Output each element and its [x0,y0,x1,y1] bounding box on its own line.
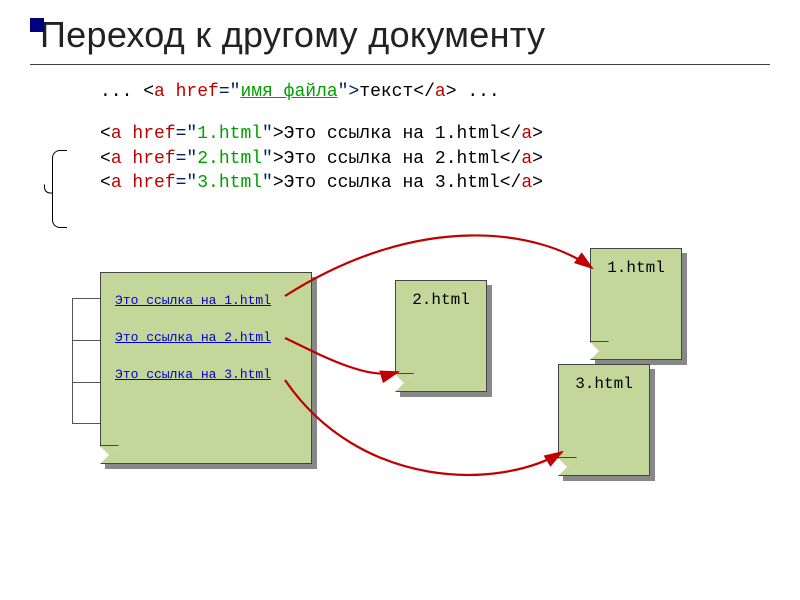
t: > ... [446,82,500,102]
t: ... < [100,82,154,102]
page-fold-icon [395,373,414,392]
source-document: Это ссылка на 1.html Это ссылка на 2.htm… [100,272,312,464]
t: a [435,82,446,102]
hyperlink-2[interactable]: Это ссылка на 2.html [115,330,311,345]
example-line: <a href="1.html">Это ссылка на 1.html</a… [100,122,770,146]
connector-line [72,340,100,341]
example-line: <a href="2.html">Это ссылка на 2.html</a… [100,147,770,171]
syntax-template: ... <a href="имя_файла">текст</a> ... [100,80,770,104]
example-code-block: <a href="1.html">Это ссылка на 1.html</a… [100,122,770,195]
hyperlink-1[interactable]: Это ссылка на 1.html [115,293,311,308]
target-document-2: 2.html [395,280,487,392]
t: </ [413,82,435,102]
t: href [165,82,219,102]
connector-line [72,382,100,383]
page-fold-icon [590,341,609,360]
arrow-to-3 [285,380,562,475]
connector-line [72,423,100,424]
doc-label: 3.html [559,375,649,393]
connector-line [72,298,73,423]
slide: Переход к другому документу ... <a href=… [0,0,800,600]
t: a [154,82,165,102]
hyperlink-3[interactable]: Это ссылка на 3.html [115,367,311,382]
example-line: <a href="3.html">Это ссылка на 3.html</a… [100,171,770,195]
slide-title: Переход к другому документу [40,14,770,56]
connector-line [72,298,100,299]
syntax-filename: имя_файла [240,82,337,102]
target-document-3: 3.html [558,364,650,476]
page-fold-icon [100,445,119,464]
t: "> [338,82,360,102]
title-underline [30,64,770,65]
t: =" [219,82,241,102]
doc-label: 2.html [396,291,486,309]
brace-icon [52,150,67,228]
target-document-1: 1.html [590,248,682,360]
page-fold-icon [558,457,577,476]
syntax-linktext: текст [359,82,413,102]
title-bullet [30,18,44,32]
doc-label: 1.html [591,259,681,277]
